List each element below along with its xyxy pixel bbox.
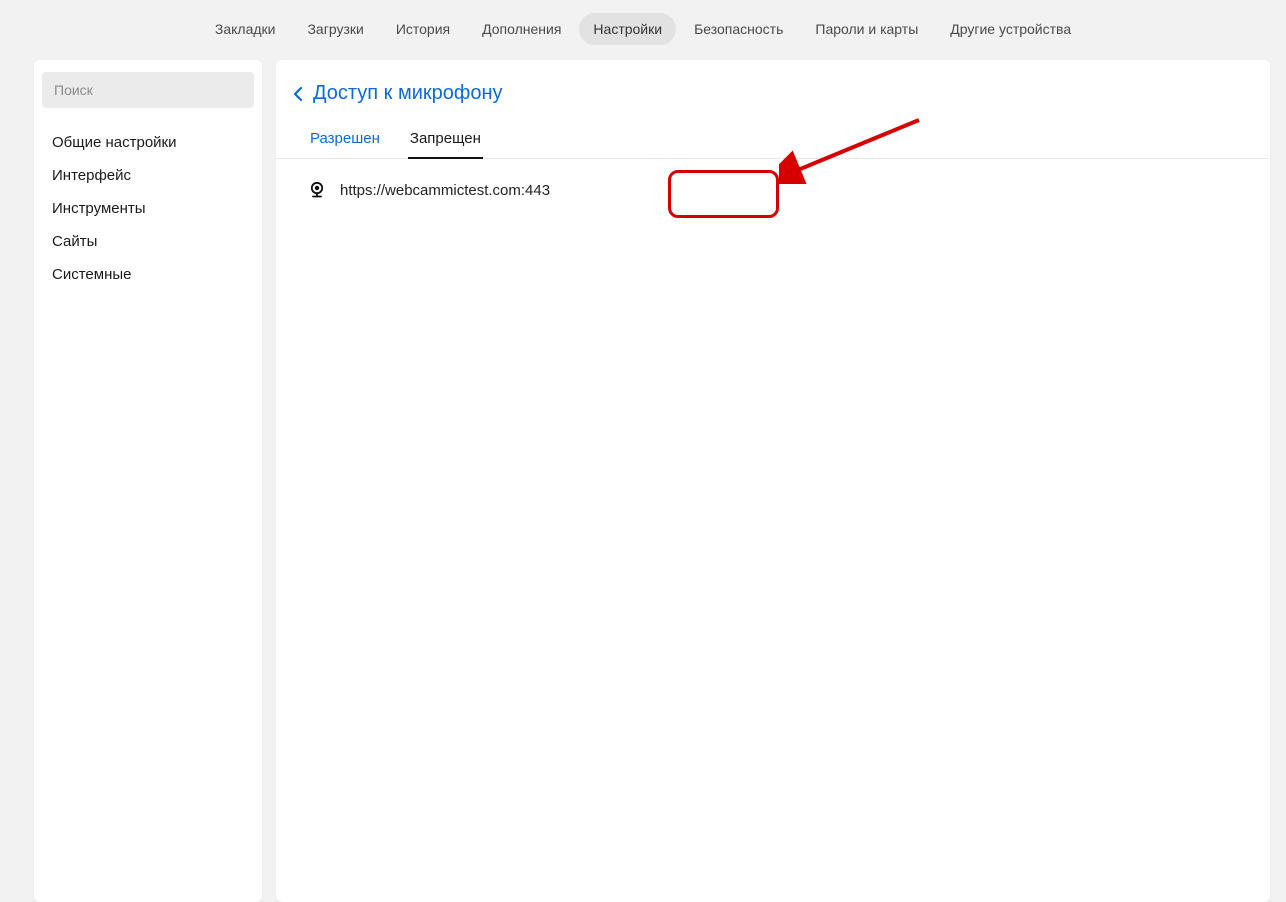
chevron-left-icon: [292, 86, 303, 102]
permission-tabs: Разрешен Запрещен: [276, 111, 1270, 159]
site-url: https://webcammictest.com:443: [340, 182, 550, 199]
nav-settings[interactable]: Настройки: [579, 13, 676, 45]
page-title: Доступ к микрофону: [313, 82, 503, 105]
nav-other-devices[interactable]: Другие устройства: [936, 13, 1085, 45]
sidebar-item-sites[interactable]: Сайты: [42, 225, 254, 258]
page-header: Доступ к микрофону: [276, 60, 1270, 111]
nav-history[interactable]: История: [382, 13, 464, 45]
sidebar-item-interface[interactable]: Интерфейс: [42, 159, 254, 192]
webcam-icon: [308, 181, 326, 199]
settings-sidebar: Общие настройки Интерфейс Инструменты Са…: [34, 60, 262, 902]
sidebar-item-system[interactable]: Системные: [42, 258, 254, 291]
nav-bookmarks[interactable]: Закладки: [201, 13, 290, 45]
nav-passwords-cards[interactable]: Пароли и карты: [801, 13, 932, 45]
search-input[interactable]: [42, 72, 254, 108]
tab-allowed[interactable]: Разрешен: [308, 126, 382, 159]
sidebar-item-general[interactable]: Общие настройки: [42, 126, 254, 159]
nav-addons[interactable]: Дополнения: [468, 13, 575, 45]
back-button[interactable]: [292, 86, 303, 102]
main-panel: Доступ к микрофону Разрешен Запрещен htt…: [276, 60, 1270, 902]
nav-downloads[interactable]: Загрузки: [293, 13, 377, 45]
tab-denied[interactable]: Запрещен: [408, 126, 483, 159]
site-row[interactable]: https://webcammictest.com:443: [276, 159, 1270, 221]
nav-security[interactable]: Безопасность: [680, 13, 797, 45]
sidebar-item-tools[interactable]: Инструменты: [42, 192, 254, 225]
top-nav: Закладки Загрузки История Дополнения Нас…: [0, 0, 1286, 48]
